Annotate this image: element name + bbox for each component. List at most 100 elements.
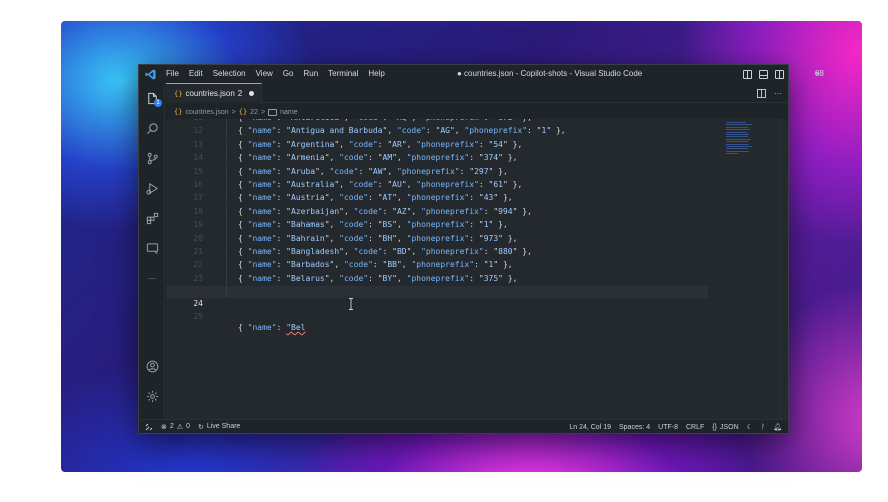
menu-view[interactable]: View [251, 65, 278, 83]
breadcrumb-object[interactable]: 22 [250, 109, 258, 116]
country-code: AM [382, 153, 393, 163]
encoding[interactable]: UTF-8 [658, 424, 678, 431]
line-number: 18 [193, 206, 203, 216]
code-line[interactable]: 20 { "name": "Bahrain", "code": "BH", "ph… [166, 232, 708, 245]
code-line[interactable]: 17 { "name": "Austria", "code": "AT", "ph… [166, 192, 708, 205]
feedback-icon[interactable]: ᚹ [761, 424, 765, 431]
line-number: 17 [193, 193, 203, 203]
code-editor[interactable]: 11{ "name": "Antarctica", "code": "AQ", … [166, 119, 788, 419]
field-icon [268, 108, 278, 116]
minimap[interactable] [726, 122, 754, 158]
menu-help[interactable]: Help [363, 65, 389, 83]
line-number: 23 [193, 273, 203, 283]
country-name: Azerbaijan [291, 206, 340, 216]
cursor-position[interactable]: Ln 24, Col 19 [569, 424, 611, 431]
country-code: BY [382, 273, 393, 283]
code-line[interactable]: 19 { "name": "Bahamas", "code": "BS", "ph… [166, 219, 708, 232]
json-file-icon: {} [174, 89, 183, 98]
code-text: { "name": "Argentina", "code": "AR", "ph… [238, 139, 523, 149]
search-icon[interactable] [139, 117, 165, 139]
vertical-scrollbar[interactable] [780, 119, 788, 419]
code-line[interactable]: 15 { "name": "Aruba", "code": "AW", "phon… [166, 165, 708, 178]
run-debug-icon[interactable] [139, 177, 165, 199]
error-icon: ⊗ [161, 423, 167, 431]
remote-icon[interactable] [145, 423, 153, 431]
line-number: 14 [193, 153, 203, 163]
window-controls: 08 – ▫ × [743, 65, 824, 83]
code-line[interactable]: 14 { "name": "Armenia", "code": "AM", "ph… [166, 152, 708, 165]
code-line[interactable]: 11 { "name": "Antarctica", "code": "AQ", … [166, 119, 708, 124]
line-number: 13 [193, 139, 203, 149]
language-mode[interactable]: {} JSON [712, 424, 738, 431]
phone-prefix: 973 [483, 233, 499, 243]
editor-actions: ··· [757, 83, 782, 103]
phone-prefix: 1 [488, 260, 494, 270]
phone-prefix: 61 [493, 180, 503, 189]
indentation[interactable]: Spaces: 4 [619, 424, 650, 431]
tab-countries-json[interactable]: {} countries.json 2 [166, 83, 262, 103]
code-line[interactable]: 21 { "name": "Bangladesh", "code": "BD", … [166, 246, 708, 258]
unsaved-dot-icon[interactable] [249, 91, 255, 96]
country-code: AG [440, 126, 450, 136]
menu-edit[interactable]: Edit [184, 65, 208, 83]
menu-go[interactable]: Go [278, 65, 299, 83]
phone-prefix: 374 [483, 153, 499, 163]
menu-run[interactable]: Run [298, 65, 323, 83]
breadcrumb: {} countries.json > {} 22 > name [166, 105, 788, 119]
code-text: { "name": "Azerbaijan", "code": "AZ", "p… [238, 206, 532, 216]
country-code: AZ [396, 206, 407, 216]
settings-gear-icon[interactable] [139, 385, 165, 407]
breadcrumb-separator: > [231, 108, 236, 116]
toggle-panel-icon[interactable] [759, 69, 768, 79]
problems-indicator[interactable]: ⊗ 2 ⚠ 0 [161, 423, 190, 431]
remote-explorer-icon[interactable] [139, 237, 165, 259]
explorer-icon[interactable]: 1 [139, 87, 165, 109]
phone-prefix: 994 [498, 206, 513, 216]
split-editor-icon[interactable] [757, 88, 766, 98]
toggle-secondary-sidebar-icon[interactable] [775, 69, 784, 79]
line-number: 25 [193, 312, 203, 321]
country-name: Austria [291, 193, 325, 203]
code-line[interactable]: 22 { "name": "Barbados", "code": "BB", "p… [166, 259, 708, 272]
live-share-button[interactable]: ↻ Live Share [198, 423, 240, 431]
code-text: { "name": "Aruba", "code": "AW", "phonep… [238, 166, 508, 176]
code-line[interactable]: 13 { "name": "Argentina", "code": "AR", "… [166, 138, 708, 151]
line-number: 19 [193, 220, 203, 230]
source-control-icon[interactable] [139, 147, 165, 169]
code-line[interactable]: 12 { "name": "Antigua and Barbuda", "code… [166, 125, 708, 138]
code-line[interactable]: 23 { "name": "Belarus", "code": "BY", "ph… [166, 272, 708, 285]
code-text: { "name": "Australia", "code": "AU", "ph… [238, 180, 523, 189]
breadcrumb-file[interactable]: countries.json [185, 109, 228, 116]
country-code: AQ [397, 119, 407, 122]
more-actions-icon[interactable]: ··· [774, 89, 782, 98]
code-line[interactable]: 18 { "name": "Azerbaijan", "code": "AZ", … [166, 205, 708, 218]
breadcrumb-object-icon: {} [238, 108, 248, 116]
extensions-icon[interactable] [139, 207, 165, 229]
toggle-primary-sidebar-icon[interactable] [743, 69, 752, 79]
language-icon: {} [712, 423, 717, 431]
country-name: Armenia [291, 153, 325, 163]
code-line[interactable]: 25 [166, 299, 708, 321]
code-text: { "name": "Bahrain", "code": "BH", "phon… [238, 233, 518, 243]
country-name: Argentina [291, 139, 335, 149]
menu-terminal[interactable]: Terminal [323, 65, 363, 83]
vscode-logo-icon [139, 65, 161, 83]
line-number: 21 [193, 247, 203, 256]
copilot-icon[interactable]: ☾ [747, 423, 753, 431]
menu-selection[interactable]: Selection [208, 65, 251, 83]
tab-problem-count: 2 [237, 89, 243, 98]
menu-file[interactable]: File [161, 65, 184, 83]
notifications-bell-icon[interactable]: 🔔︎ [773, 423, 782, 431]
code-text: { "name": "Austria", "code": "AT", "phon… [238, 193, 513, 203]
line-number: 22 [193, 260, 203, 270]
code-line-current[interactable]: 24 { "name": "Bel [166, 286, 708, 332]
code-text: { "name": "Antarctica", "code": "AQ", "p… [238, 119, 532, 124]
country-name: Bangladesh [291, 247, 340, 256]
line-ending[interactable]: CRLF [686, 424, 704, 431]
code-line[interactable]: 16 { "name": "Australia", "code": "AU", "… [166, 179, 708, 191]
close-button[interactable]: × [815, 65, 820, 83]
accounts-icon[interactable] [139, 355, 165, 377]
code-text: { "name": "Barbados", "code": "BB", "pho… [238, 260, 513, 270]
more-icon[interactable]: ··· [139, 267, 165, 289]
breadcrumb-field[interactable]: name [280, 109, 298, 116]
